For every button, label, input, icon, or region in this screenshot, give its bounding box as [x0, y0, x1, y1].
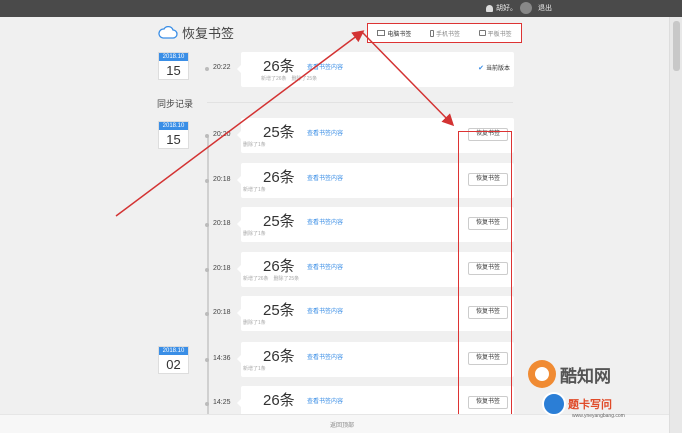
date-ym: 2018.10	[159, 53, 188, 61]
card-pointer	[237, 309, 241, 317]
phone-icon	[429, 29, 434, 37]
divider	[207, 102, 513, 103]
timeline-dot	[205, 67, 209, 71]
page-title-area: 恢复书签	[158, 23, 234, 42]
timeline-dot	[205, 134, 209, 138]
bookmark-count: 25条	[263, 213, 295, 230]
card-pointer	[237, 131, 241, 139]
bookmark-restore-panel: 恢复书签 电脑书签 手机书签 平板书签 2018.10 15 20:22 26条…	[145, 17, 525, 417]
change-summary: 删除了1条	[243, 231, 266, 237]
timeline-dot	[205, 402, 209, 406]
card-pointer	[237, 220, 241, 228]
change-summary: 新增了26条 删除了25条	[261, 76, 318, 82]
record-time: 20:18	[213, 176, 231, 183]
brand-logo-icon	[528, 360, 556, 388]
card-pointer	[237, 355, 241, 363]
record-time: 14:25	[213, 399, 231, 406]
bookmark-count: 26条	[263, 258, 295, 275]
tab-label: 手机书签	[435, 31, 460, 38]
record-time: 20:18	[213, 309, 231, 316]
bookmark-count: 26条	[263, 348, 295, 365]
logout-link[interactable]: 退出	[538, 3, 552, 13]
change-summary: 新增了1条	[243, 187, 266, 193]
check-icon: ✔	[478, 64, 484, 72]
tab-label: 电脑书签	[387, 31, 412, 38]
watermark-sub: 题卡写问	[568, 399, 612, 411]
globe-icon	[542, 392, 566, 416]
record-time: 20:18	[213, 265, 231, 272]
change-summary: 删除了1条	[243, 142, 266, 148]
change-summary: 删除了1条	[243, 320, 266, 326]
card-pointer	[237, 176, 241, 184]
bookmark-count: 25条	[263, 302, 295, 319]
watermark-brand: 酷知网	[560, 367, 611, 387]
date-day: 15	[166, 63, 181, 78]
view-bookmarks-link[interactable]: 查看书签内容	[307, 396, 343, 405]
card-pointer	[237, 65, 241, 73]
tab-phone-bookmarks[interactable]: 手机书签	[429, 29, 460, 38]
change-summary: 新增了26条 删除了25条	[243, 276, 300, 282]
view-bookmarks-link[interactable]: 查看书签内容	[307, 352, 343, 361]
user-menu[interactable]: 胡好。	[486, 3, 517, 13]
view-bookmarks-link[interactable]: 查看书签内容	[307, 62, 343, 71]
view-bookmarks-link[interactable]: 查看书签内容	[307, 173, 343, 182]
sync-records-heading: 同步记录	[157, 99, 194, 109]
record-time: 20:18	[213, 220, 231, 227]
view-bookmarks-link[interactable]: 查看书签内容	[307, 306, 343, 315]
avatar[interactable]	[520, 2, 532, 14]
pc-icon	[377, 30, 386, 36]
record-time: 20:22	[213, 64, 231, 71]
timeline-dot	[205, 179, 209, 183]
top-bar: 胡好。 退出	[0, 0, 682, 17]
record-time: 20:20	[213, 131, 231, 138]
current-version-label: 当前版本	[485, 66, 510, 72]
back-to-top-link[interactable]: 返回顶部	[330, 420, 354, 429]
tab-label: 平板书签	[487, 31, 512, 38]
tablet-icon	[478, 30, 486, 36]
timeline-dot	[205, 312, 209, 316]
cloud-icon	[158, 26, 178, 39]
current-version-badge: ✔ 当前版本	[478, 63, 510, 73]
scrollbar-thumb[interactable]	[673, 21, 680, 71]
bookmark-count: 25条	[263, 124, 295, 141]
card-pointer	[237, 265, 241, 273]
current-version-card: 26条 查看书签内容 新增了26条 删除了25条 ✔ 当前版本	[237, 52, 514, 87]
timeline-dot	[205, 358, 209, 362]
record-time: 14:36	[213, 355, 231, 362]
bookmark-count: 26条	[263, 392, 295, 409]
watermark-url: www.yneyangbang.com	[572, 413, 625, 419]
timeline-dot	[205, 223, 209, 227]
scrollbar[interactable]	[669, 17, 682, 433]
page-title: 恢复书签	[182, 26, 235, 41]
user-icon	[486, 4, 493, 12]
bookmark-count: 26条	[263, 169, 295, 186]
view-bookmarks-link[interactable]: 查看书签内容	[307, 262, 343, 271]
restore-buttons-highlight	[458, 131, 512, 415]
view-bookmarks-link[interactable]: 查看书签内容	[307, 217, 343, 226]
username: 胡好。	[496, 5, 517, 12]
bookmark-count: 26条	[263, 58, 295, 75]
device-tabs: 电脑书签 手机书签 平板书签	[367, 23, 522, 43]
change-summary: 新增了1条	[243, 366, 266, 372]
view-bookmarks-link[interactable]: 查看书签内容	[307, 128, 343, 137]
tab-pc-bookmarks[interactable]: 电脑书签	[377, 29, 411, 38]
card-pointer	[237, 399, 241, 407]
date-badge: 2018.10 15	[158, 52, 189, 80]
tab-tablet-bookmarks[interactable]: 平板书签	[478, 29, 512, 38]
watermark-logo: 酷知网 题卡写问 www.yneyangbang.com	[520, 358, 670, 428]
timeline-dot	[205, 268, 209, 272]
